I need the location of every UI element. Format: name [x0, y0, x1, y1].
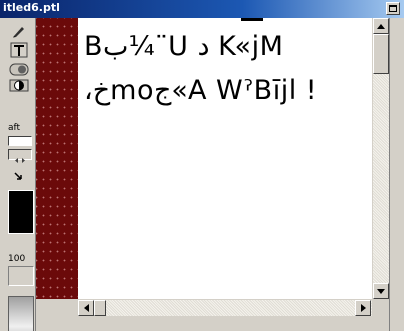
draft-label: aft: [8, 123, 21, 133]
zoom-value: 100: [8, 254, 26, 264]
text-icon: [10, 42, 28, 58]
pencil-icon: [13, 27, 24, 38]
window-bottom-edge: [36, 316, 389, 331]
canvas-area[interactable]: Bب¼¨U د K«jM ،خmoج«A WˀBījl !: [78, 18, 372, 299]
window-right-edge: [389, 18, 404, 331]
line-style-box[interactable]: [8, 136, 32, 146]
pattern-button[interactable]: [8, 149, 32, 163]
color-swatch[interactable]: [8, 190, 34, 234]
cursor-marker: [241, 18, 263, 21]
window-title: itled6.ptl: [3, 1, 60, 14]
arrow-left-icon: [83, 304, 89, 312]
maximize-button[interactable]: [386, 2, 400, 15]
text-tool[interactable]: [6, 42, 32, 58]
pencil-tool[interactable]: [6, 24, 32, 38]
arrow-right-icon: [360, 304, 366, 312]
scroll-up-button[interactable]: [373, 18, 389, 34]
swap-colors-tool[interactable]: [6, 170, 32, 184]
title-bar[interactable]: itled6.ptl: [0, 0, 404, 18]
vertical-scrollbar[interactable]: [372, 18, 389, 299]
toggle-tool-b[interactable]: [6, 78, 32, 92]
scroll-down-button[interactable]: [373, 283, 389, 299]
half-circle-icon: [9, 79, 29, 91]
arrows-icon: [15, 158, 25, 163]
gradient-preview[interactable]: [8, 296, 34, 331]
zoom-field[interactable]: [8, 266, 34, 286]
tool-palette: aft 100: [0, 18, 36, 331]
toggle-tool-a[interactable]: [6, 62, 32, 76]
horizontal-scroll-thumb[interactable]: [94, 300, 106, 316]
toggle-icon: [9, 63, 29, 75]
vertical-scroll-thumb[interactable]: [373, 34, 389, 74]
scroll-right-button[interactable]: [355, 300, 371, 316]
scroll-corner: [372, 299, 389, 316]
canvas-text-line-1: Bب¼¨U د K«jM: [84, 31, 284, 62]
scroll-left-button[interactable]: [78, 300, 94, 316]
arrow-down-icon: [377, 288, 385, 294]
canvas-text-line-2: ،خmoج«A WˀBījl !: [84, 75, 318, 106]
horizontal-scrollbar[interactable]: [78, 299, 372, 316]
arrow-up-icon: [377, 23, 385, 29]
page-margin: [36, 18, 78, 299]
swap-arrow-icon: [14, 172, 22, 180]
app-window: itled6.ptl aft 100 Bب¼¨U د K«jM ،خmoج«A …: [0, 0, 404, 331]
